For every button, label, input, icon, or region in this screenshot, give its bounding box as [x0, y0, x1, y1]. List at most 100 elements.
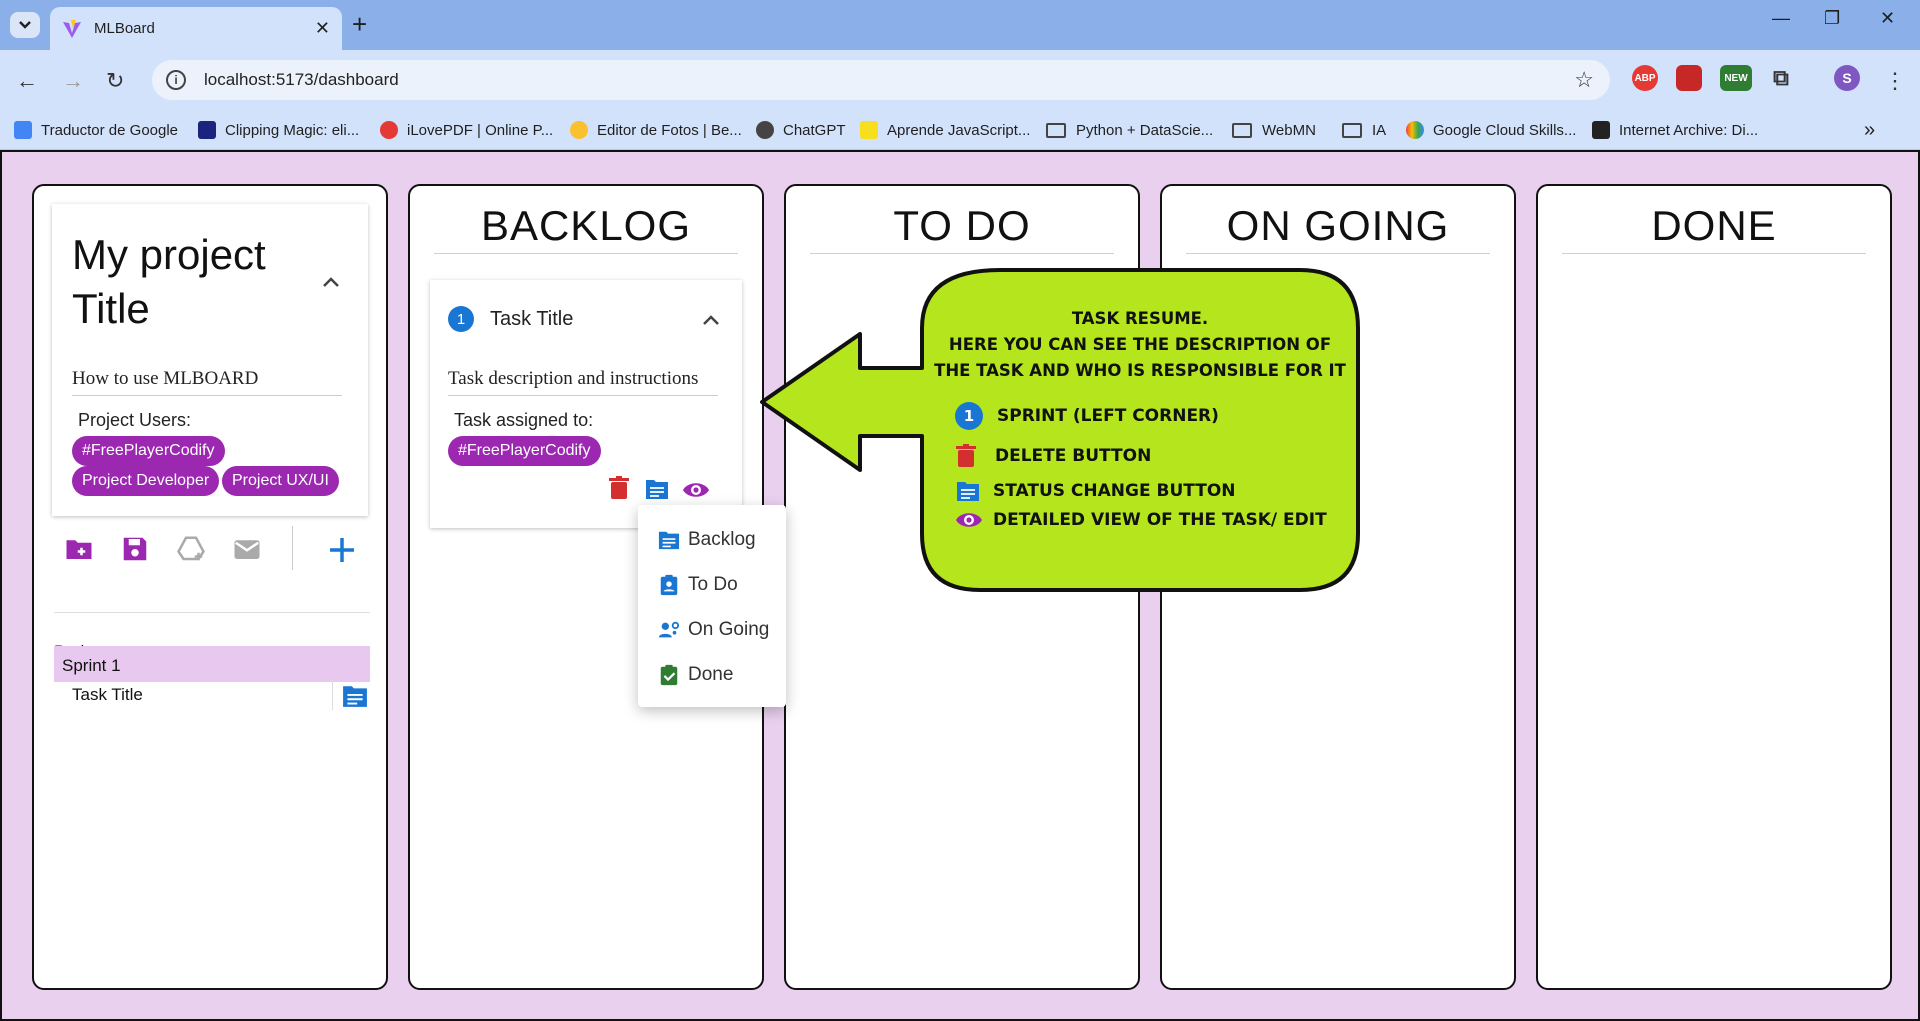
user-chip[interactable]: Project Developer: [72, 466, 220, 496]
divider: [54, 612, 370, 613]
google-translate-icon: [14, 121, 32, 139]
close-window-icon[interactable]: ✕: [1880, 8, 1895, 29]
minimize-icon[interactable]: —: [1772, 8, 1790, 29]
user-chip[interactable]: Project UX/UI: [222, 466, 339, 496]
tree-task-item[interactable]: Task Title: [64, 678, 364, 710]
column-title: DONE: [1562, 202, 1866, 254]
email-icon[interactable]: [232, 534, 262, 564]
new-tab-button[interactable]: +: [352, 11, 367, 37]
bookmark-item[interactable]: Traductor de Google: [14, 118, 178, 142]
menu-item-done[interactable]: Done: [658, 660, 733, 690]
divider: [332, 680, 333, 710]
callout-legend-view: DETAILED VIEW OF THE TASK/ EDIT: [955, 510, 1327, 530]
bookmark-star-icon[interactable]: ☆: [1574, 67, 1594, 93]
menu-item-todo[interactable]: To Do: [658, 570, 738, 600]
site-info-icon[interactable]: i: [166, 70, 186, 90]
screenshot-extension-icon[interactable]: [1676, 65, 1702, 91]
callout-legend-delete: DELETE BUTTON: [955, 444, 1151, 468]
forward-icon[interactable]: →: [62, 68, 84, 94]
close-tab-icon[interactable]: ✕: [315, 18, 330, 39]
browser-toolbar: ← → ↻ i localhost:5173/dashboard ☆ ABP N…: [0, 50, 1920, 110]
clipping-magic-icon: [198, 121, 216, 139]
callout-heading: TASK RESUME. HERE YOU CAN SEE THE DESCRI…: [934, 309, 1346, 380]
bookmark-item[interactable]: Editor de Fotos | Be...: [570, 118, 742, 142]
user-chip[interactable]: #FreePlayerCodify: [72, 436, 225, 466]
adblock-extension-icon[interactable]: ABP: [1632, 65, 1658, 91]
column-ongoing: ON GOING: [1160, 184, 1516, 990]
chevron-up-icon[interactable]: [702, 314, 720, 326]
engineering-icon: [658, 621, 680, 638]
bookmark-folder[interactable]: Python + DataScie...: [1046, 118, 1213, 142]
sprint-badge: 1: [448, 306, 474, 332]
callout-legend-sprint: 1 SPRINT (LEFT CORNER): [955, 402, 1219, 430]
tab-title: MLBoard: [94, 20, 155, 37]
board-area: My project Title How to use MLBOARD Proj…: [0, 150, 1920, 1021]
bookmark-item[interactable]: Google Cloud Skills...: [1406, 118, 1576, 142]
clipboard-check-icon: [660, 664, 678, 686]
extensions-puzzle-icon[interactable]: ⧉: [1768, 65, 1794, 91]
task-title: Task Title: [490, 308, 574, 330]
eye-icon: [956, 513, 982, 527]
status-menu: Backlog To Do On Going Done: [638, 505, 786, 707]
bookmark-item[interactable]: ChatGPT: [756, 118, 846, 142]
more-bookmarks-icon[interactable]: »: [1864, 118, 1875, 142]
task-description: Task description and instructions: [448, 368, 718, 396]
save-icon[interactable]: [120, 534, 150, 564]
bookmark-item[interactable]: Aprende JavaScript...: [860, 118, 1030, 142]
add-icon[interactable]: [326, 534, 358, 566]
bookmark-folder[interactable]: IA: [1342, 118, 1386, 142]
status-change-icon[interactable]: [644, 478, 670, 500]
folder-icon: [1232, 122, 1252, 138]
bookmark-item[interactable]: Clipping Magic: eli...: [198, 118, 359, 142]
back-icon[interactable]: ←: [16, 68, 38, 94]
status-change-icon[interactable]: [342, 684, 368, 708]
callout-legend-status: STATUS CHANGE BUTTON: [955, 480, 1236, 502]
bookmark-folder[interactable]: WebMN: [1232, 118, 1316, 142]
bookmark-item[interactable]: iLovePDF | Online P...: [380, 118, 553, 142]
list-folder-icon: [658, 531, 680, 550]
project-title: My project Title: [72, 231, 266, 332]
project-description: How to use MLBOARD: [72, 368, 342, 396]
eye-icon[interactable]: [682, 480, 710, 500]
clipboard-user-icon: [660, 574, 678, 596]
project-card: My project Title How to use MLBOARD Proj…: [52, 204, 368, 516]
url-text: localhost:5173/dashboard: [204, 70, 399, 89]
chevron-up-icon[interactable]: [322, 276, 340, 288]
column-title: TO DO: [810, 202, 1114, 254]
folder-icon: [1342, 122, 1362, 138]
toolbar-divider: [292, 526, 293, 570]
vite-logo-icon: [63, 19, 81, 38]
browser-menu-icon[interactable]: ⋮: [1884, 68, 1906, 94]
bookmark-item[interactable]: Internet Archive: Di...: [1592, 118, 1758, 142]
column-title: BACKLOG: [434, 202, 738, 254]
ilovepdf-heart-icon: [380, 121, 398, 139]
trash-icon[interactable]: [608, 476, 630, 500]
chatgpt-icon: [756, 121, 774, 139]
column-title: ON GOING: [1186, 202, 1490, 254]
task-card[interactable]: 1 Task Title Task description and instru…: [430, 280, 742, 528]
tree-sprint-item[interactable]: Sprint 1: [54, 646, 370, 682]
assignee-chip[interactable]: #FreePlayerCodify: [448, 436, 601, 466]
address-bar[interactable]: i localhost:5173/dashboard ☆: [152, 60, 1610, 100]
browser-tab[interactable]: MLBoard ✕: [50, 7, 342, 50]
sprint-badge-icon: 1: [955, 402, 983, 430]
restore-icon[interactable]: ❐: [1824, 8, 1840, 29]
menu-item-ongoing[interactable]: On Going: [658, 615, 769, 645]
google-cloud-icon: [1406, 121, 1424, 139]
bookmarks-bar: Traductor de Google Clipping Magic: eli.…: [0, 110, 1920, 150]
column-todo: TO DO: [784, 184, 1140, 990]
menu-item-backlog[interactable]: Backlog: [658, 525, 756, 555]
browser-tab-bar: MLBoard ✕ + — ❐ ✕: [0, 0, 1920, 50]
folder-icon: [1046, 122, 1066, 138]
tab-search-button[interactable]: [10, 12, 40, 38]
internet-archive-icon: [1592, 121, 1610, 139]
project-toolbar: [64, 526, 379, 574]
add-to-drive-icon[interactable]: [176, 534, 206, 564]
javascript-icon: [860, 121, 878, 139]
new-extension-icon[interactable]: NEW: [1720, 65, 1752, 91]
project-users-label: Project Users:: [78, 410, 192, 430]
new-folder-icon[interactable]: [64, 534, 94, 564]
list-folder-icon: [957, 482, 979, 501]
reload-icon[interactable]: ↻: [106, 68, 124, 94]
profile-avatar[interactable]: S: [1834, 65, 1860, 91]
